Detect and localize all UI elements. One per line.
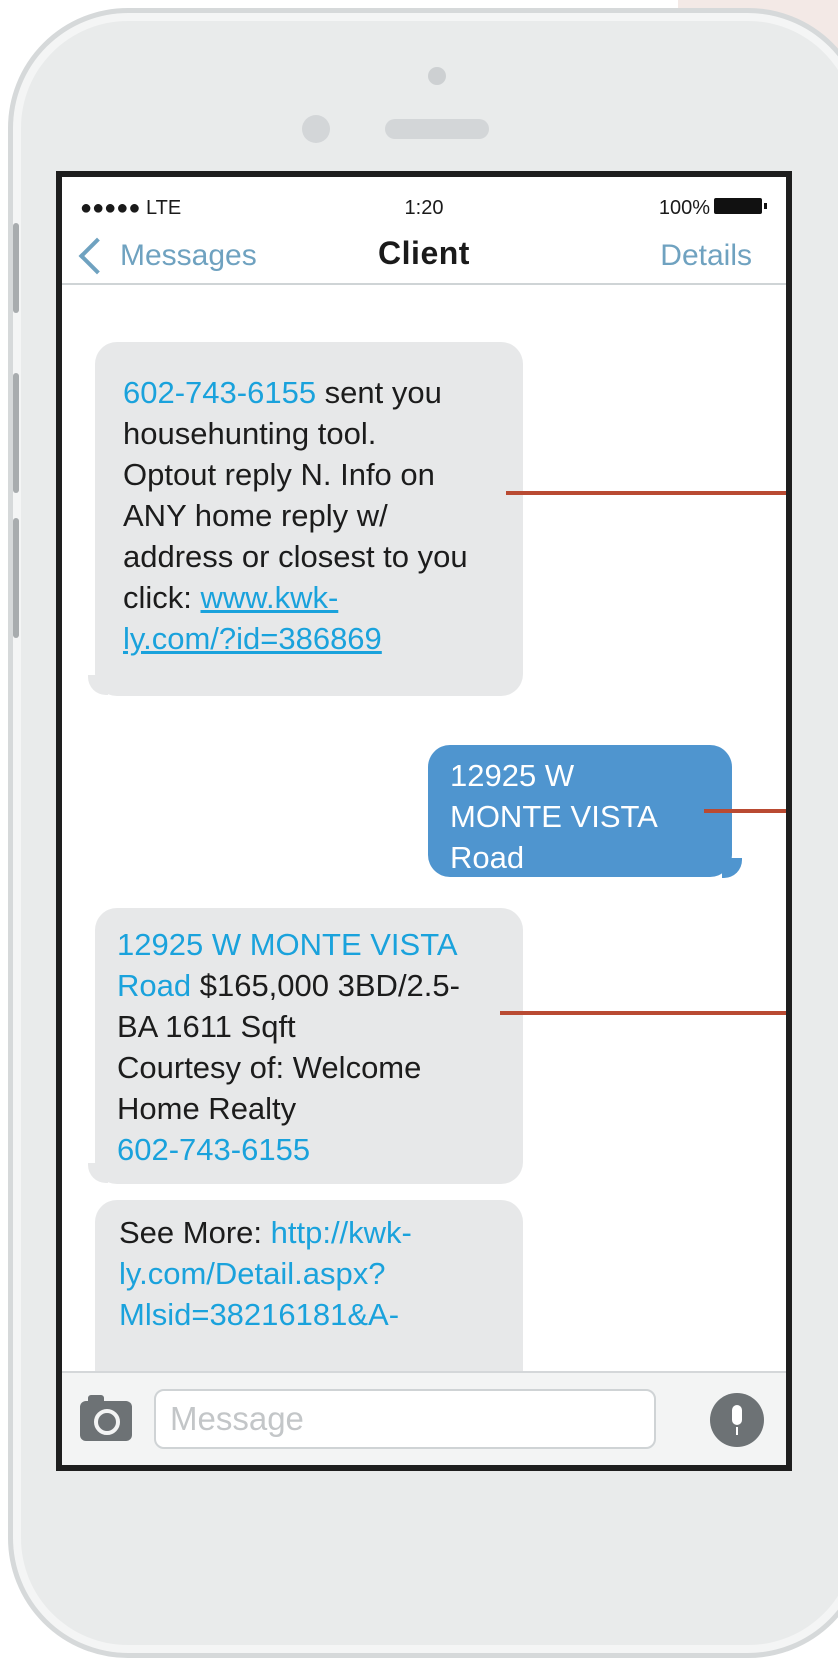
phone-screen: ●●●●● LTE 1:20 100% Messages Client Deta… [56,171,792,1471]
agent-phone-link[interactable]: 602-743-6155 [117,1132,310,1167]
tool-link[interactable]: ly.com/?id=386869 [123,621,382,656]
volume-up-button [13,373,19,493]
mute-switch [13,223,19,313]
navigation-bar: Messages Client Details [62,215,786,285]
message-text: See More: [119,1215,271,1250]
incoming-message-bubble: See More: http://kwk- ly.com/Detail.aspx… [95,1200,523,1400]
callout-line [704,809,786,813]
message-text: househunting tool. [123,416,377,451]
camera-lens [94,1409,120,1435]
tool-link[interactable]: www.kwk- [201,580,339,615]
listing-link[interactable]: Mlsid=38216181&A- [119,1297,399,1332]
camera-icon[interactable] [80,1395,132,1441]
message-composer [62,1371,786,1465]
camera-hump [88,1395,104,1403]
earpiece-speaker [385,119,489,139]
message-text: MONTE VISTA [450,799,658,834]
status-bar: ●●●●● LTE 1:20 100% [62,177,786,219]
message-text: address or closest to you [123,539,468,574]
message-text: Road [450,840,525,875]
bubble-tail [88,675,108,695]
bubble-tail [88,1163,108,1183]
message-text: Home Realty [117,1091,297,1126]
outgoing-message-bubble: 12925 W MONTE VISTA Road [428,745,732,877]
address-link[interactable]: Road [117,968,191,1003]
callout-line [500,1011,786,1015]
message-text: sent you [316,375,442,410]
incoming-message-bubble: 602-743-6155 sent you househunting tool.… [95,342,523,696]
message-text: Optout reply N. Info on [123,457,435,492]
volume-down-button [13,518,19,638]
message-text: click: [123,580,201,615]
sender-phone-link[interactable]: 602-743-6155 [123,375,316,410]
proximity-sensor [428,67,446,85]
address-link[interactable]: 12925 W MONTE VISTA [117,927,458,962]
message-text: Courtesy of: Welcome [117,1050,422,1085]
listing-link[interactable]: ly.com/Detail.aspx? [119,1256,385,1291]
callout-line [506,491,786,495]
message-text: BA 1611 Sqft [117,1009,296,1044]
details-button[interactable]: Details [660,239,752,273]
message-text: $165,000 3BD/2.5- [191,968,460,1003]
microphone-icon[interactable] [710,1393,764,1447]
listing-link[interactable]: http://kwk- [271,1215,412,1250]
battery-icon [714,198,767,214]
front-camera [302,115,330,143]
incoming-message-bubble: 12925 W MONTE VISTA Road $165,000 3BD/2.… [95,908,523,1184]
mic-capsule [732,1405,742,1425]
message-text: 12925 W [450,758,575,793]
message-text: ANY home reply w/ [123,498,388,533]
mic-stand [736,1427,738,1435]
bubble-tail [722,858,742,878]
message-input[interactable] [154,1389,656,1449]
